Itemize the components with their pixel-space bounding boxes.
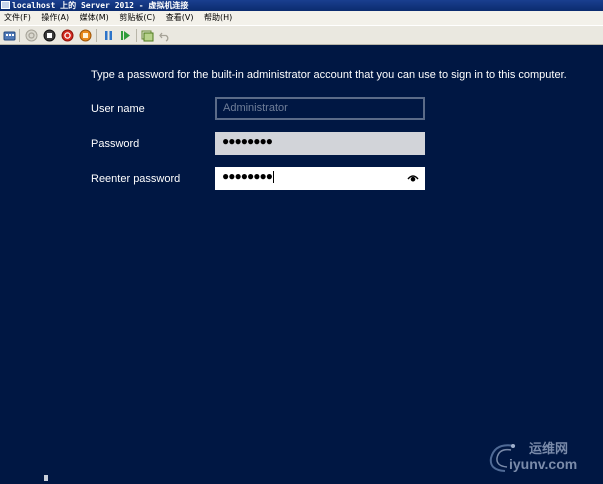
vm-screen[interactable]: Type a password for the built-in adminis… [0,45,603,484]
password-value: ●●●●●●●● [222,134,273,148]
resume-icon[interactable] [119,29,132,42]
reenter-password-value: ●●●●●●●● [222,169,273,183]
menu-file[interactable]: 文件(F) [0,11,35,25]
pause-icon[interactable] [102,29,115,42]
text-caret [272,170,274,183]
turn-off-icon[interactable] [43,29,56,42]
menu-action[interactable]: 操作(A) [37,11,73,25]
password-label: Password [91,138,140,150]
menu-bar: 文件(F) 操作(A) 媒体(M) 剪贴板(C) 查看(V) 帮助(H) [0,11,603,25]
start-icon[interactable] [25,29,38,42]
toolbar-separator [19,29,20,42]
watermark-en-text: iyunv.com [509,456,578,472]
shut-down-icon[interactable] [61,29,74,42]
reenter-password-label: Reenter password [91,173,181,185]
save-state-icon[interactable] [79,29,92,42]
username-label: User name [91,103,145,115]
vm-connection-icon [1,1,10,9]
menu-clipboard[interactable]: 剪贴板(C) [115,11,159,25]
menu-media[interactable]: 媒体(M) [76,11,113,25]
setup-instruction: Type a password for the built-in adminis… [91,69,567,81]
snapshot-icon[interactable] [141,29,154,42]
reenter-password-field[interactable]: ●●●●●●●● [215,167,425,190]
ctrl-alt-del-icon[interactable] [3,29,16,42]
reveal-password-eye-icon[interactable] [407,173,419,183]
menu-help[interactable]: 帮助(H) [200,11,236,25]
window-title-bar[interactable]: localhost 上的 Server 2012 - 虚拟机连接 [0,0,603,11]
watermark-cn-text: 运维网 [529,442,569,457]
username-field[interactable]: Administrator [215,97,425,120]
corner-cursor-mark [44,475,48,481]
site-watermark: 运维网 iyunv.com [485,438,597,476]
toolbar [0,25,603,45]
password-field[interactable]: ●●●●●●●● [215,132,425,155]
toolbar-separator [96,29,97,42]
revert-icon[interactable] [158,29,171,42]
menu-view[interactable]: 查看(V) [162,11,198,25]
window-title: localhost 上的 Server 2012 - 虚拟机连接 [12,1,189,10]
toolbar-separator [136,29,137,42]
